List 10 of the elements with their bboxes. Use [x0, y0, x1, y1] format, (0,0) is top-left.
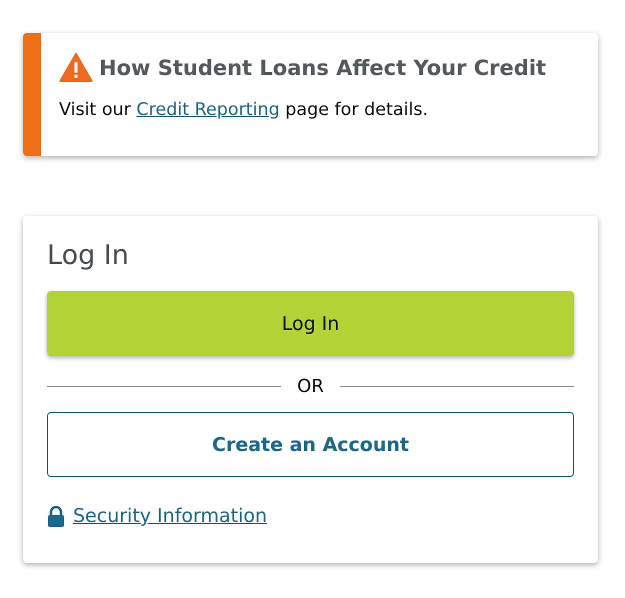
login-heading: Log In [47, 240, 130, 271]
security-information-link[interactable]: Security Information [73, 505, 268, 527]
create-account-button[interactable]: Create an Account [47, 412, 574, 477]
credit-reporting-link[interactable]: Credit Reporting [136, 100, 280, 120]
alert-message: Visit our Credit Reporting page for details. [59, 100, 430, 120]
lock-icon [47, 506, 65, 526]
or-divider-text: OR [297, 376, 324, 397]
alert-title: How Student Loans Affect Your Credit [99, 56, 546, 80]
login-button[interactable]: Log In [47, 291, 574, 356]
warning-icon [59, 53, 93, 82]
